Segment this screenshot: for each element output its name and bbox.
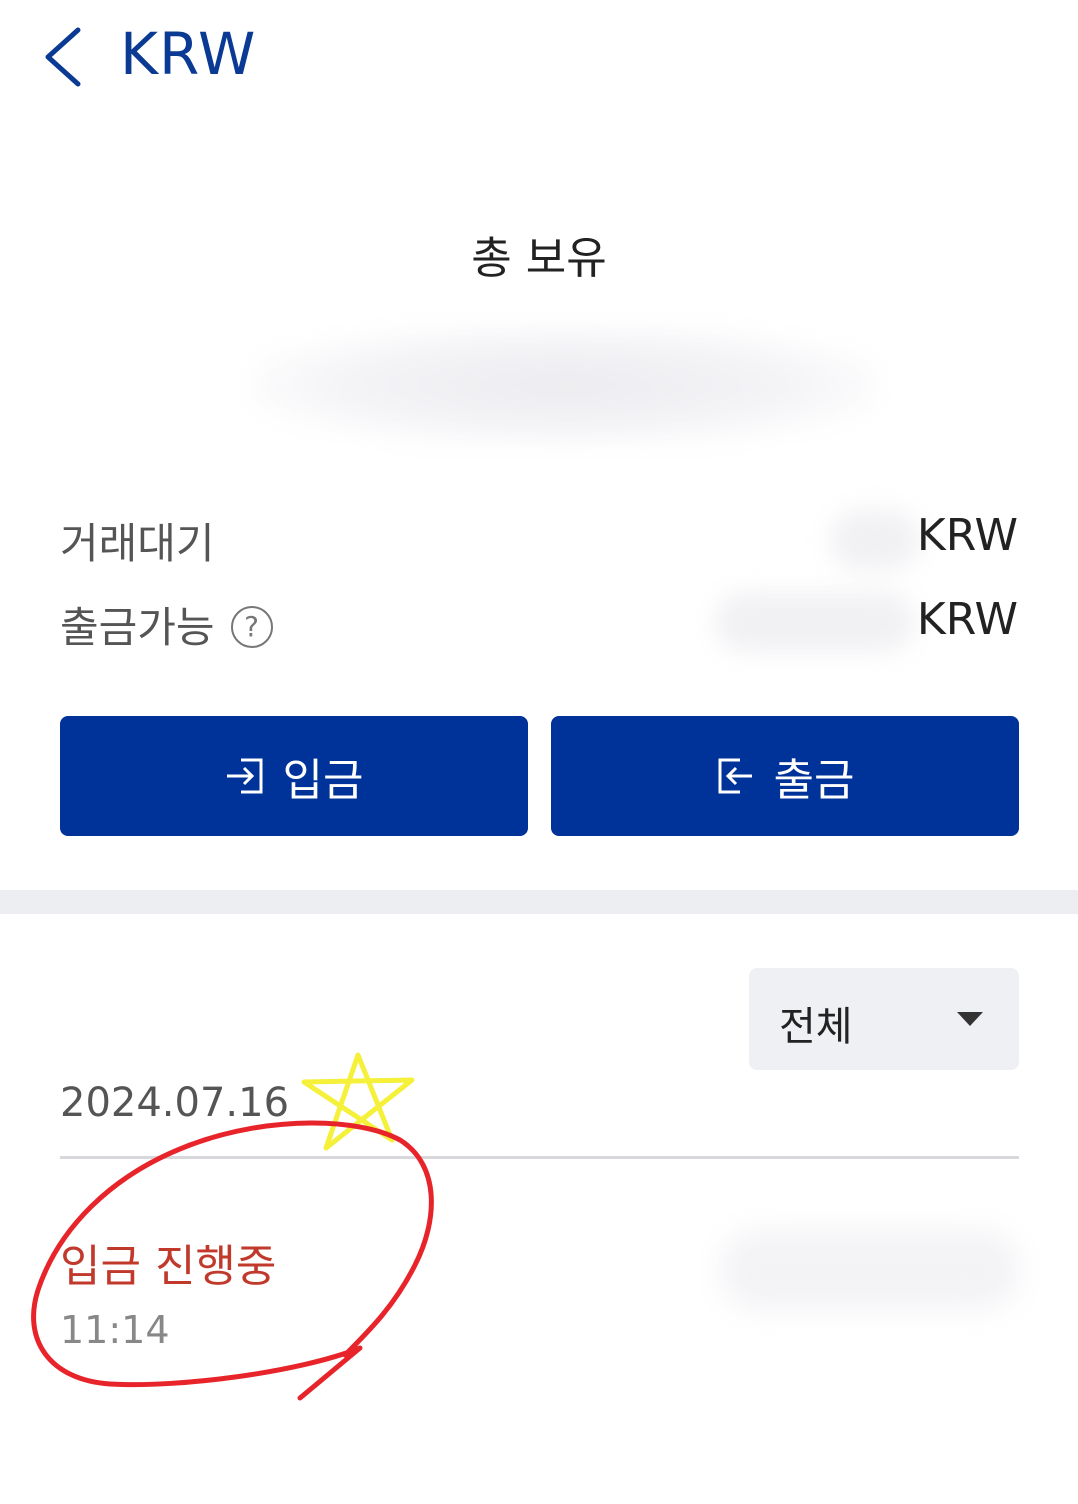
- pending-trade-unit: KRW: [916, 510, 1018, 561]
- pending-trade-amount-redacted: [830, 510, 920, 570]
- withdraw-label: 출금: [773, 755, 855, 806]
- header: KRW: [0, 0, 1078, 110]
- date-divider: [60, 1156, 1019, 1159]
- transaction-status: 입금 진행중: [60, 1241, 277, 1292]
- transaction-time: 11:14: [60, 1308, 170, 1352]
- page-title: KRW: [120, 20, 257, 88]
- withdrawable-label-group: 출금가능?: [60, 594, 273, 655]
- section-divider: [0, 890, 1078, 914]
- deposit-icon: [226, 758, 263, 794]
- chevron-left-icon: [45, 27, 81, 87]
- history-filter-dropdown[interactable]: 전체: [749, 968, 1019, 1070]
- withdraw-button[interactable]: 출금: [551, 716, 1019, 836]
- krw-wallet-screen: KRW 총 보유 거래대기 KRW 출금가능? KRW 입금 출금 전체 202…: [0, 0, 1078, 1504]
- star-annotation: [301, 1052, 415, 1151]
- help-icon[interactable]: ?: [230, 605, 273, 648]
- withdrawable-label: 출금가능: [60, 603, 215, 652]
- total-amount-redacted: [250, 325, 880, 445]
- filter-selected-value: 전체: [779, 1004, 853, 1050]
- deposit-button[interactable]: 입금: [60, 716, 528, 836]
- total-holdings-label: 총 보유: [471, 233, 607, 284]
- withdrawable-amount-redacted: [715, 592, 915, 652]
- deposit-label: 입금: [282, 755, 364, 806]
- caret-down-icon: [957, 1012, 983, 1026]
- pending-trade-label: 거래대기: [60, 519, 215, 568]
- transaction-row[interactable]: 입금 진행중 11:14: [60, 1220, 1020, 1360]
- history-date: 2024.07.16: [60, 1080, 290, 1126]
- withdrawable-unit: KRW: [916, 594, 1018, 645]
- transaction-amount-redacted: [720, 1230, 1020, 1310]
- withdraw-icon: [718, 758, 752, 794]
- back-button[interactable]: [36, 22, 96, 92]
